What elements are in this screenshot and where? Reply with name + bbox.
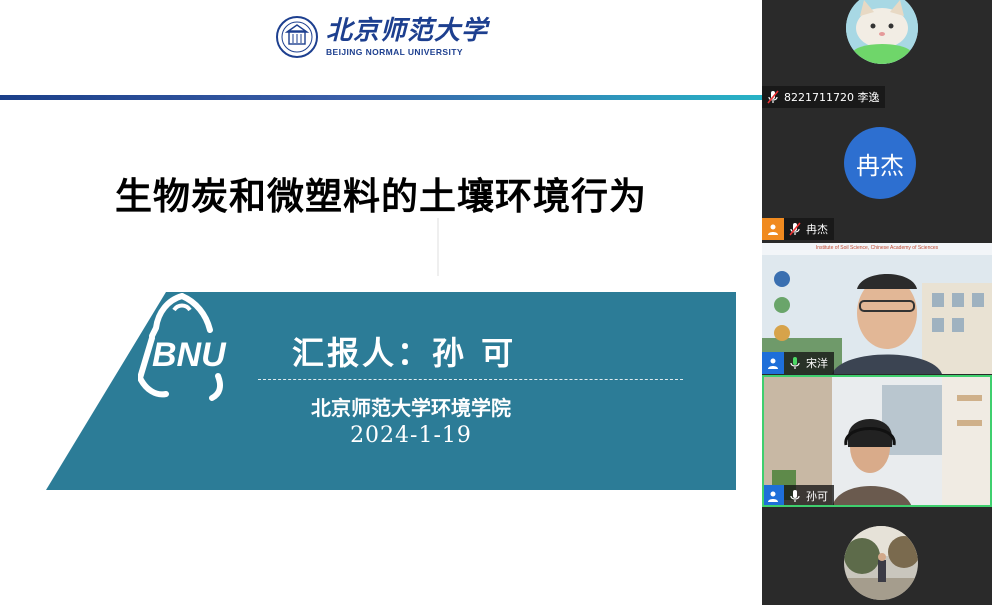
participant-panel[interactable]: 8221711720 李逸 冉杰 冉杰 Institute of Soil Sc… [762,0,992,605]
mic-muted-icon [789,222,801,236]
participant-name: 冉杰 [806,223,828,236]
participant-tile[interactable]: 冉杰 冉杰 [762,110,992,242]
logo-english-name: BEIJING NORMAL UNIVERSITY [326,47,463,57]
bnu-mark-text: BNU [152,336,227,374]
presentation-date: 2024-1-19 [350,423,472,448]
participant-tile[interactable]: 8221711720 李逸 [762,0,992,108]
mic-muted-icon [767,90,779,104]
participant-name: 8221711720 李逸 [784,91,880,104]
faint-divider [437,218,439,276]
participant-video-tile[interactable]: Institute of Soil Science, Chinese Acade… [762,243,992,374]
participant-name: 宋洋 [806,357,828,370]
bnu-backpack-logo-icon: BNU [138,293,227,401]
user-icon [762,352,784,374]
text-avatar: 冉杰 [844,127,916,199]
mic-on-icon [790,357,800,369]
presenter-line: 汇报人：孙 可 [292,334,517,372]
participant-name-tag: 宋洋 [762,352,834,374]
outdoor-scene-icon [844,526,918,600]
cat-photo-avatar [846,0,918,64]
host-user-icon [762,218,784,240]
video-banner-text: Institute of Soil Science, Chinese Acade… [815,245,939,251]
participant-name-tag: 8221711720 李逸 [762,86,886,108]
school-name: 北京师范大学环境学院 [311,396,511,420]
dashed-separator [258,379,683,380]
slide-title: 生物炭和微塑料的土壤环境行为 [115,175,647,218]
university-logo: 北京师范大学 BEIJING NORMAL UNIVERSITY [276,16,488,58]
outdoor-photo-avatar [844,526,918,600]
university-seal-icon [276,16,318,58]
active-speaker-border [762,375,992,507]
logo-chinese-name: 北京师范大学 [326,16,489,46]
shared-slide: 北京师范大学 BEIJING NORMAL UNIVERSITY 生物炭和微塑料… [0,0,762,605]
header-gradient-rule [0,95,762,100]
participant-tile[interactable] [762,508,992,605]
participant-name-tag: 冉杰 [762,218,834,240]
cat-face-icon [846,0,918,64]
